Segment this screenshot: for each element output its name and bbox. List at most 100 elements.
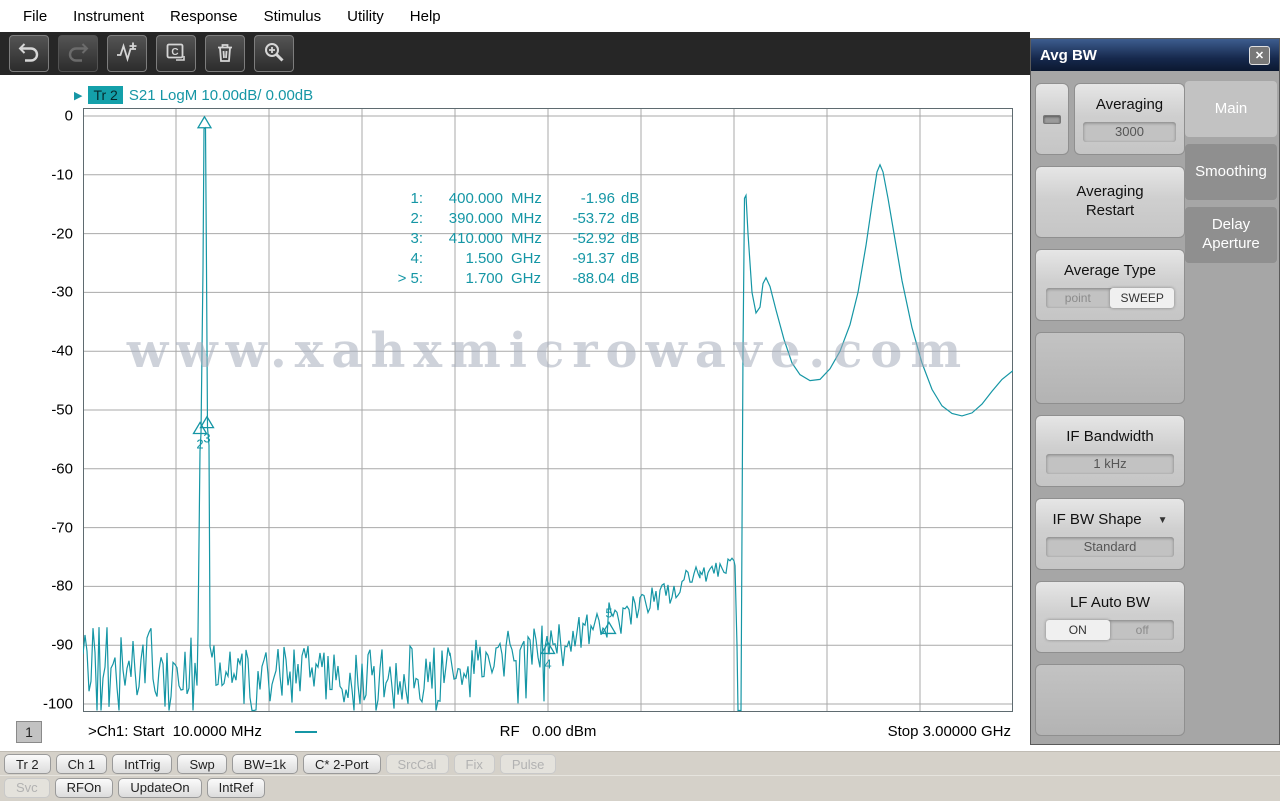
average-type-label: Average Type — [1064, 262, 1156, 281]
marker-triangle-icon — [198, 117, 211, 128]
status-pulse[interactable]: Pulse — [500, 754, 557, 774]
status-inttrig[interactable]: IntTrig — [112, 754, 172, 774]
if-bandwidth-label: IF Bandwidth — [1066, 428, 1154, 447]
status-srccal[interactable]: SrcCal — [386, 754, 449, 774]
marker-readout: 1:400.000MHz-1.96dB2:390.000MHz-53.72dB3… — [363, 188, 639, 288]
averaging-button[interactable]: Averaging 3000 — [1074, 83, 1185, 155]
toggle-slot-icon — [1043, 115, 1061, 124]
lf-auto-bw-off-option[interactable]: off — [1110, 620, 1174, 640]
averaging-toggle-button[interactable] — [1035, 83, 1069, 155]
trace-header: ▶ Tr 2 S21 LogM 10.00dB/ 0.00dB — [74, 85, 313, 105]
menu-bar: FileInstrumentResponseStimulusUtilityHel… — [0, 0, 1280, 32]
panel-header: Avg BW ✕ — [1031, 39, 1279, 71]
if-bw-shape-value: Standard — [1046, 537, 1175, 557]
status-swp[interactable]: Swp — [177, 754, 226, 774]
status-tr-2[interactable]: Tr 2 — [4, 754, 51, 774]
status-updateon[interactable]: UpdateOn — [118, 778, 201, 798]
average-type-point-option[interactable]: point — [1046, 288, 1110, 308]
tab-main[interactable]: Main — [1185, 81, 1277, 137]
tab-delay-aperture[interactable]: Delay Aperture — [1185, 207, 1277, 263]
trace-scale-label: S21 LogM 10.00dB/ 0.00dB — [129, 87, 313, 104]
delete-button[interactable] — [205, 35, 245, 72]
status-c-2-port[interactable]: C* 2-Port — [303, 754, 380, 774]
panel-buttons: Averaging 3000 Averaging Restart Average… — [1035, 83, 1185, 736]
if-bw-shape-label: IF BW Shape — [1052, 511, 1141, 530]
if-bandwidth-button[interactable]: IF Bandwidth 1 kHz — [1035, 415, 1185, 487]
stop-frequency-label: Stop 3.00000 GHz — [888, 723, 1011, 740]
y-tick-label: -60 — [51, 460, 73, 477]
y-tick-label: -70 — [51, 519, 73, 536]
if-bandwidth-value: 1 kHz — [1046, 454, 1175, 474]
status-fix[interactable]: Fix — [454, 754, 495, 774]
rf-power-label: RF 0.00 dBm — [83, 723, 1013, 740]
add-marker-button[interactable] — [107, 35, 147, 72]
status-row-1: Tr 2Ch 1IntTrigSwp BW=1kC* 2-Port SrcCalFi… — [0, 752, 1280, 775]
y-tick-label: -20 — [51, 225, 73, 242]
y-tick-label: -10 — [51, 166, 73, 183]
if-bw-shape-button[interactable]: IF BW Shape ▼ Standard — [1035, 498, 1185, 570]
copy-channel-button[interactable]: C — [156, 35, 196, 72]
blank-button-2[interactable] — [1035, 664, 1185, 736]
menu-utility[interactable]: Utility — [334, 0, 397, 32]
redo-icon — [65, 40, 91, 67]
average-type-segmented: point SWEEP — [1046, 288, 1175, 308]
averaging-restart-label: Averaging Restart — [1065, 183, 1155, 221]
status-intref[interactable]: IntRef — [207, 778, 266, 798]
avg-bw-panel: Avg BW ✕ Main Smoothing Delay Aperture Ave… — [1030, 38, 1280, 745]
y-tick-label: -80 — [51, 578, 73, 595]
status-bar: Tr 2Ch 1IntTrigSwp BW=1kC* 2-Port SrcCalFi… — [0, 751, 1280, 801]
marker-readout-row: 4:1.500GHz-91.37dB — [363, 248, 639, 268]
menu-file[interactable]: File — [10, 0, 60, 32]
undo-button[interactable] — [9, 35, 49, 72]
marker-readout-row: 3:410.000MHz-52.92dB — [363, 228, 639, 248]
vna-window: FileInstrumentResponseStimulusUtilityHel… — [0, 0, 1280, 801]
y-tick-label: -100 — [43, 696, 73, 713]
channel-badge[interactable]: 1 — [16, 721, 42, 743]
active-trace-arrow-icon: ▶ — [74, 89, 82, 102]
marker-number-label: 3 — [203, 431, 210, 446]
menu-instrument[interactable]: Instrument — [60, 0, 157, 32]
plot-area[interactable]: 2345 1:400.000MHz-1.96dB2:390.000MHz-53.… — [83, 108, 1013, 712]
marker-number-label: 5 — [605, 605, 612, 620]
delete-icon — [212, 40, 238, 67]
lf-auto-bw-segmented: ON off — [1046, 620, 1175, 640]
blank-button-1[interactable] — [1035, 332, 1185, 404]
lf-auto-bw-on-option[interactable]: ON — [1046, 620, 1110, 640]
averaging-label: Averaging — [1096, 96, 1163, 115]
status-ch-1[interactable]: Ch 1 — [56, 754, 107, 774]
toolbar: C — [0, 32, 1030, 75]
lf-auto-bw-label: LF Auto BW — [1070, 594, 1150, 613]
menu-stimulus[interactable]: Stimulus — [251, 0, 335, 32]
marker-readout-row: 2:390.000MHz-53.72dB — [363, 208, 639, 228]
y-axis-ticks: 0-10-20-30-40-50-60-70-80-90-100 — [0, 108, 78, 712]
panel-title: Avg BW — [1040, 47, 1097, 64]
close-icon[interactable]: ✕ — [1249, 46, 1270, 65]
status-row-2: SvcRFOnUpdateOn IntRef — [0, 775, 1280, 798]
average-type-sweep-option[interactable]: SWEEP — [1110, 288, 1174, 308]
status-rfon[interactable]: RFOn — [55, 778, 114, 798]
y-tick-label: -90 — [51, 637, 73, 654]
marker-number-label: 4 — [544, 656, 551, 671]
marker-readout-row: 1:400.000MHz-1.96dB — [363, 188, 639, 208]
tab-smoothing[interactable]: Smoothing — [1185, 144, 1277, 200]
menu-help[interactable]: Help — [397, 0, 454, 32]
lf-auto-bw-button[interactable]: LF Auto BW ON off — [1035, 581, 1185, 653]
averaging-value: 3000 — [1083, 122, 1176, 142]
marker-readout-row: > 5:1.700GHz-88.04dB — [363, 268, 639, 288]
menu-response[interactable]: Response — [157, 0, 251, 32]
zoom-in-icon — [261, 40, 287, 67]
averaging-restart-button[interactable]: Averaging Restart — [1035, 166, 1185, 238]
status-svc[interactable]: Svc — [4, 778, 50, 798]
zoom-in-button[interactable] — [254, 35, 294, 72]
add-marker-icon — [114, 40, 140, 67]
trace-badge[interactable]: Tr 2 — [88, 86, 122, 104]
y-tick-label: 0 — [65, 108, 73, 125]
plot-footer: >Ch1: Start 10.0000 MHz RF 0.00 dBm Stop… — [83, 720, 1013, 746]
redo-button[interactable] — [58, 35, 98, 72]
panel-tabs: Main Smoothing Delay Aperture — [1185, 81, 1277, 263]
y-tick-label: -30 — [51, 284, 73, 301]
status-bw-1k[interactable]: BW=1k — [232, 754, 298, 774]
average-type-button[interactable]: Average Type point SWEEP — [1035, 249, 1185, 321]
svg-text:C: C — [171, 47, 178, 58]
y-tick-label: -50 — [51, 402, 73, 419]
